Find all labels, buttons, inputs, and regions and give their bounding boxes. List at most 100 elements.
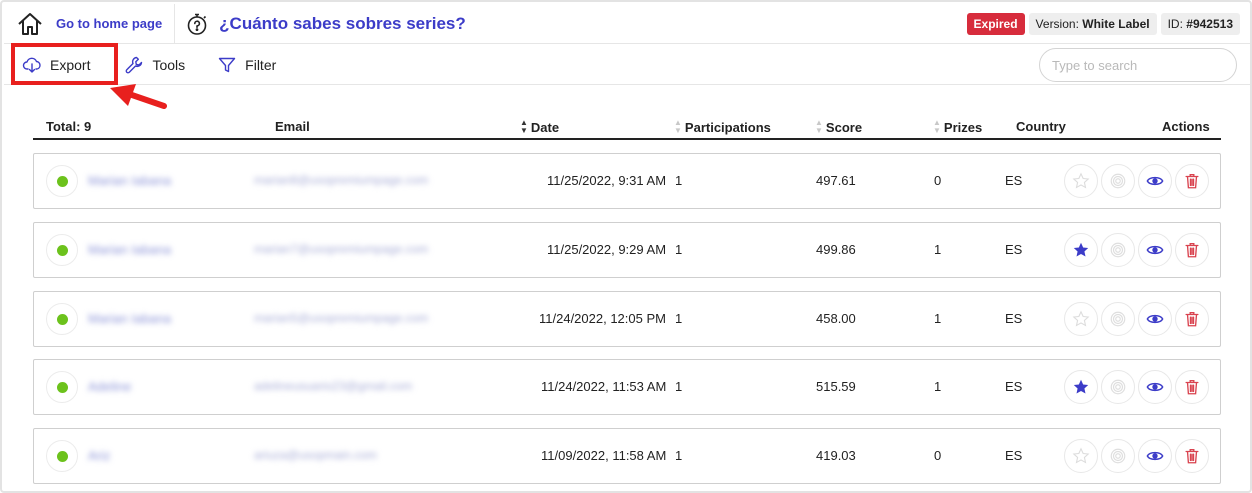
table-row[interactable]: Marian Iabana marian5@usopremiumpage.com… xyxy=(33,291,1221,347)
column-actions: Actions xyxy=(1162,119,1210,134)
star-button[interactable] xyxy=(1064,439,1098,473)
version-badge: Version: White Label xyxy=(1028,12,1157,35)
column-participations[interactable]: ▲ ▼ Participations xyxy=(674,119,771,135)
wrench-icon xyxy=(126,56,143,73)
participant-score: 515.59 xyxy=(816,379,856,394)
participant-email: adelineusuario23@gmail.com xyxy=(254,379,413,393)
participant-email: marian8@usopremiumpage.com xyxy=(254,173,429,187)
participant-participations: 1 xyxy=(675,242,683,257)
eye-icon xyxy=(1146,382,1164,392)
delete-button[interactable] xyxy=(1175,302,1209,336)
export-highlight-box xyxy=(11,43,118,85)
star-icon xyxy=(1073,379,1089,394)
annotation-arrow xyxy=(110,84,167,109)
column-date-label: Date xyxy=(530,119,560,135)
table-header: Total: 9 Email ▲ ▼ Date ▲ ▼ Participations ▲… xyxy=(33,114,1221,140)
participant-email: marian7@usopremiumpage.com xyxy=(254,242,429,256)
table-row[interactable]: Adeline adelineusuario23@gmail.com 11/24… xyxy=(33,359,1221,415)
column-score-label: Score xyxy=(825,119,863,135)
total-count: Total: 9 xyxy=(46,119,91,134)
tools-label: Tools xyxy=(152,56,186,73)
column-score[interactable]: ▲ ▼ Score xyxy=(815,119,862,135)
trash-icon xyxy=(1185,449,1199,464)
star-icon xyxy=(1072,172,1090,189)
trash-icon xyxy=(1185,243,1199,258)
home-link[interactable]: Go to home page xyxy=(4,3,176,44)
delete-button[interactable] xyxy=(1175,164,1209,198)
view-button[interactable] xyxy=(1138,370,1172,404)
target-button[interactable] xyxy=(1101,164,1135,198)
star-icon xyxy=(1073,242,1089,257)
home-link-label: Go to home page xyxy=(56,16,163,31)
star-icon xyxy=(1072,447,1090,464)
eye-icon xyxy=(1146,314,1164,324)
participant-participations: 1 xyxy=(675,448,683,463)
column-participations-label: Participations xyxy=(684,119,771,135)
version-value: White Label xyxy=(1082,16,1150,31)
participant-participations: 1 xyxy=(675,173,683,188)
star-button[interactable] xyxy=(1064,164,1098,198)
column-country: Country xyxy=(1016,119,1066,134)
target-button[interactable] xyxy=(1101,233,1135,267)
sort-icon: ▲ ▼ xyxy=(815,118,823,135)
id-label: ID: xyxy=(1167,16,1183,31)
participant-date: 11/25/2022, 9:31 AM xyxy=(547,173,667,188)
target-icon xyxy=(1110,173,1126,189)
target-button[interactable] xyxy=(1101,439,1135,473)
participant-prizes: 1 xyxy=(934,242,942,257)
home-icon xyxy=(18,12,42,35)
table-row[interactable]: Ariz ariuza@usopmain.com 11/09/2022, 11:… xyxy=(33,428,1221,484)
view-button[interactable] xyxy=(1138,302,1172,336)
participant-prizes: 1 xyxy=(934,379,942,394)
table-row[interactable]: Marian Iabana marian8@usopremiumpage.com… xyxy=(33,153,1221,209)
status-indicator xyxy=(46,234,78,266)
delete-button[interactable] xyxy=(1175,370,1209,404)
participant-prizes: 1 xyxy=(934,311,942,326)
view-button[interactable] xyxy=(1138,164,1172,198)
column-email[interactable]: Email xyxy=(275,119,310,134)
column-actions-label: Actions xyxy=(1162,119,1210,134)
filter-label: Filter xyxy=(245,56,277,73)
table-row[interactable]: Marian Iabana marian7@usopremiumpage.com… xyxy=(33,222,1221,278)
participant-date: 11/09/2022, 11:58 AM xyxy=(541,448,667,463)
column-prizes[interactable]: ▲ ▼ Prizes xyxy=(933,119,982,135)
participant-name: Marian Iabana xyxy=(88,242,172,257)
eye-icon xyxy=(1146,176,1164,186)
search-input[interactable] xyxy=(1039,48,1237,82)
participant-score: 458.00 xyxy=(816,311,856,326)
trash-icon xyxy=(1185,380,1199,395)
target-button[interactable] xyxy=(1101,370,1135,404)
star-button[interactable] xyxy=(1064,233,1098,267)
eye-icon xyxy=(1146,245,1164,255)
column-date[interactable]: ▲ ▼ Date xyxy=(520,119,559,135)
filter-button[interactable]: Filter xyxy=(207,50,286,80)
sort-icon: ▲ ▼ xyxy=(520,118,528,135)
participant-country: ES xyxy=(1005,173,1023,188)
participant-country: ES xyxy=(1005,448,1023,463)
delete-button[interactable] xyxy=(1175,439,1209,473)
view-button[interactable] xyxy=(1138,439,1172,473)
target-button[interactable] xyxy=(1101,302,1135,336)
participant-date: 11/24/2022, 11:53 AM xyxy=(541,379,667,394)
view-button[interactable] xyxy=(1138,233,1172,267)
top-header: Go to home page ¿Cuánto sabes sobres ser… xyxy=(4,3,1250,44)
version-label: Version: xyxy=(1035,16,1079,31)
participant-date: 11/25/2022, 9:29 AM xyxy=(547,242,667,257)
participant-name: Adeline xyxy=(88,379,132,394)
app-window: Go to home page ¿Cuánto sabes sobres ser… xyxy=(0,0,1252,493)
delete-button[interactable] xyxy=(1175,233,1209,267)
participant-prizes: 0 xyxy=(934,173,942,188)
star-button[interactable] xyxy=(1064,302,1098,336)
target-icon xyxy=(1110,379,1126,395)
status-dot xyxy=(56,175,68,187)
id-badge: ID: #942513 xyxy=(1160,12,1240,35)
title-area: ¿Cuánto sabes sobres series? xyxy=(175,12,966,36)
id-value: #942513 xyxy=(1186,16,1233,31)
participant-participations: 1 xyxy=(675,311,683,326)
sort-icon: ▲ ▼ xyxy=(933,118,941,135)
participant-name: Marian Iabana xyxy=(88,173,172,188)
star-button[interactable] xyxy=(1064,370,1098,404)
participant-name: Marian Iabana xyxy=(88,311,172,326)
tools-button[interactable]: Tools xyxy=(114,50,195,80)
header-badges: Expired Version: White Label ID: #942513 xyxy=(966,12,1250,35)
